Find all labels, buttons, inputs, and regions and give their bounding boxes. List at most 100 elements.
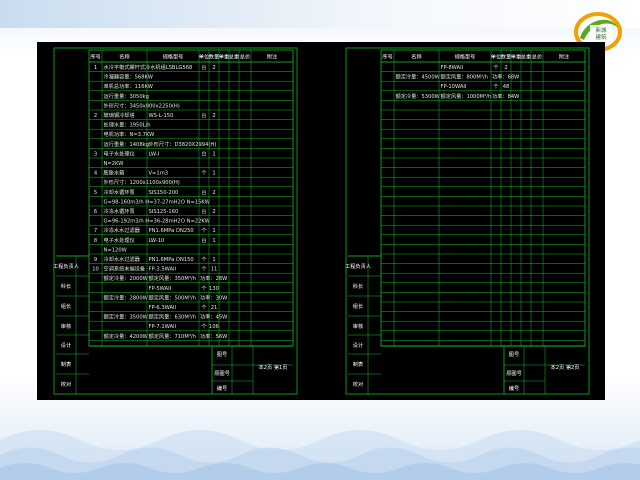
table-cell: 额定冷量：3500W <box>104 313 148 321</box>
table-cell: FP-5WAII <box>149 286 172 292</box>
footer-page-count: 本2页 第1页 <box>259 363 288 371</box>
table-cell: 功率：45W <box>200 313 227 321</box>
column-header: 单重 <box>219 53 229 61</box>
table-cell: FP-3.5WAII <box>149 267 177 273</box>
table-cell: 功率：30W <box>200 293 227 301</box>
table-cell: PN1.6MPa DN250 <box>149 228 194 234</box>
table-cell: 1 <box>212 171 215 177</box>
table-cell: 膨胀水箱 <box>104 169 125 177</box>
signature-label: 校对 <box>61 380 71 388</box>
table-row: 9 冷却水水过滤器 PN1.6MPa DN150 个 1 <box>94 255 216 263</box>
signature-label: 组长 <box>353 302 364 310</box>
table-cell: 130 <box>209 286 219 292</box>
table-cell: 个 <box>201 285 207 292</box>
table-cell: 额定风量：800M³/h <box>441 73 488 81</box>
table-cell: 额定风量：1000M³/h <box>441 92 492 100</box>
table-cell: 个 <box>201 266 207 273</box>
table-cell: 冷凝器容量：568KW <box>104 73 153 81</box>
table-cell: 电机功率：N=3.7KW <box>104 130 155 138</box>
table-cell: LW-I <box>149 151 160 157</box>
table-row: 2 玻璃钢冷却塔 WS-L-150 台 2 <box>94 111 216 119</box>
signature-label: 组长 <box>61 302 72 310</box>
table-cell: 台 <box>201 149 206 157</box>
signature-label: 工程负责人 <box>53 262 79 270</box>
table-cell: 3 <box>94 151 97 157</box>
column-header: 序号 <box>90 53 100 61</box>
footer-drawing-name: 图号 <box>509 351 519 358</box>
footer-project-no: 原图号 <box>506 370 522 377</box>
table-cell: V=1m3 <box>149 171 169 177</box>
table-row: 6 冷冻水循环泵 SIS125-160 台 2 <box>94 207 216 215</box>
table-row: FP-8WAII 个 2 <box>441 64 508 71</box>
table-row: N=120W <box>104 247 127 253</box>
table-cell: 2 <box>94 113 97 119</box>
table-row: 5 冷却水循环泵 SIS150-200 台 2 <box>94 188 216 196</box>
table-cell: 功率：28W <box>200 274 227 282</box>
table-cell: 额定风量：500M³/h <box>149 293 196 301</box>
table-row: 10 空调系统末端设备 FP-3.5WAII 个 11 <box>92 265 217 273</box>
signature-label: 审核 <box>353 322 363 330</box>
table-cell: 额定冷量：4200W <box>104 332 148 340</box>
table-row: 4 膨胀水箱 V=1m3 个 1 <box>94 169 216 177</box>
table-cell: 2 <box>212 190 215 196</box>
column-header: 单位 <box>199 53 209 61</box>
table-cell: 空调系统末端设备 <box>104 265 146 273</box>
table-cell: 额定冷量：5300W <box>396 92 440 100</box>
table-row: 额定冷量：5300W 额定风量：1000M³/h 功率：84W <box>396 92 520 100</box>
table-cell: 冷冻水水过滤器 <box>104 226 141 234</box>
table-cell: 1 <box>212 238 215 244</box>
table-cell: 台 <box>201 63 206 71</box>
table-row: G=96-192m3/h H=36-28mH2O N=22KW <box>104 219 210 225</box>
table-cell: 6 <box>94 209 97 215</box>
footer-project-no: 原图号 <box>214 370 230 377</box>
table-row: 3 电子水处理仪 LW-I 台 1 <box>94 149 216 157</box>
column-header: 总价 <box>532 53 543 61</box>
table-cell: 台 <box>201 236 206 244</box>
footer-serial: 编号 <box>217 384 227 392</box>
table-cell: 额定风量：630M³/h <box>149 313 196 321</box>
table-row: 运行重量：3050kg <box>104 92 149 100</box>
table-row: FP-10WAII 个 48 <box>441 83 510 90</box>
table-cell: N=2KW <box>104 161 124 167</box>
logo-text-line2: 建筑 <box>595 33 607 41</box>
footer-serial: 编号 <box>509 384 519 392</box>
table-cell: N=120W <box>104 247 127 253</box>
table-cell: 运行重量：1408kg <box>104 140 149 148</box>
table-cell: G=98-160m3/h H=37-27mH2O N=15KW <box>104 199 210 205</box>
table-cell: 21 <box>211 305 218 311</box>
signature-label: 校对 <box>353 380 363 388</box>
table-cell: 1 <box>212 228 215 234</box>
table-cell: 个 <box>201 323 207 330</box>
table-cell: 5 <box>94 190 97 196</box>
table-cell: 2 <box>212 65 215 71</box>
table-cell: 额定冷量：4500W <box>396 73 440 81</box>
table-row: G=98-160m3/h H=37-27mH2O N=15KW <box>104 199 210 205</box>
signature-label: 设计 <box>353 341 363 349</box>
table-cell: FP-6.3WAII <box>149 305 177 311</box>
table-cell: 功率：68W <box>492 73 519 81</box>
table-cell: 9 <box>94 257 97 263</box>
table-cell: 48 <box>503 84 510 90</box>
sheet-frame <box>345 47 590 395</box>
signature-label: 科长 <box>61 282 72 290</box>
table-cell: 水冷平衡式螺杆式冷水机组LSBLG568 <box>104 63 193 71</box>
table-cell: 个 <box>493 83 499 90</box>
table-row: 外形尺寸：1200x1100x900(H) <box>104 178 180 186</box>
table-cell: FP-7.1WAII <box>149 324 177 330</box>
table-row: 单机总功率：116KW <box>104 82 153 90</box>
slide-top-band <box>0 0 640 28</box>
table-row: 8 电子水处理仪 LW-10 台 1 <box>94 236 216 244</box>
table-row: 电机功率：N=3.7KW <box>104 130 155 138</box>
table-row: 额定冷量：4200W 额定风量：710M³/h 功率：56W <box>104 332 228 340</box>
cad-drawing-panel: 1 水冷平衡式螺杆式冷水机组LSBLG568 台 2 冷凝器容量：568KW 单机总功率：… <box>37 42 605 400</box>
table-cell: 额定风量：710M³/h <box>149 332 196 340</box>
column-header: 总重 <box>229 53 239 61</box>
table-cell: 电子水处理仪 <box>104 236 135 244</box>
column-header: 数量 <box>209 53 219 61</box>
table-cell: 功率：56W <box>200 332 227 340</box>
table-row: 额定冷量：4500W 额定风量：800M³/h 功率：68W <box>396 73 520 81</box>
table-cell: SIS125-160 <box>149 209 179 215</box>
table-cell: 台 <box>201 207 206 215</box>
table-cell: 外形尺寸：D3820X2994(H) <box>149 140 217 148</box>
column-header: 附注 <box>267 53 277 61</box>
